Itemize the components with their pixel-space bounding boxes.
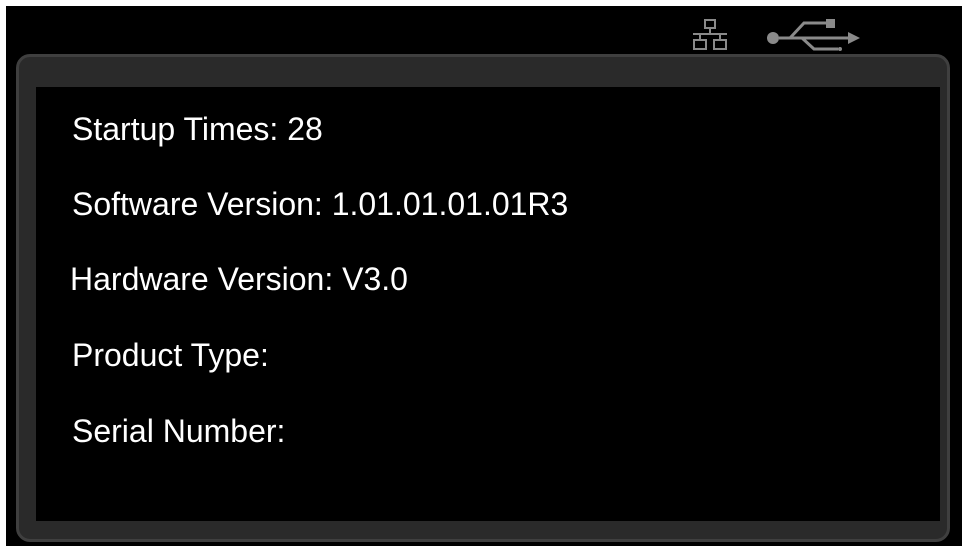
system-info-screen: Startup Times: 28 Software Version: 1.01…: [0, 0, 962, 546]
info-panel: Startup Times: 28 Software Version: 1.01…: [16, 54, 950, 542]
device-display: Startup Times: 28 Software Version: 1.01…: [6, 6, 962, 546]
lan-icon: [693, 19, 727, 50]
software-version-row: Software Version: 1.01.01.01.01R3: [72, 186, 569, 222]
hardware-version-row: Hardware Version: V3.0: [70, 261, 408, 297]
startup-times-row: Startup Times: 28: [72, 111, 323, 147]
product-type-row: Product Type:: [72, 337, 269, 373]
status-bar: [6, 6, 962, 58]
usb-icon: [767, 19, 860, 51]
serial-number-row: Serial Number:: [72, 413, 286, 449]
info-content: Startup Times: 28 Software Version: 1.01…: [36, 87, 940, 521]
